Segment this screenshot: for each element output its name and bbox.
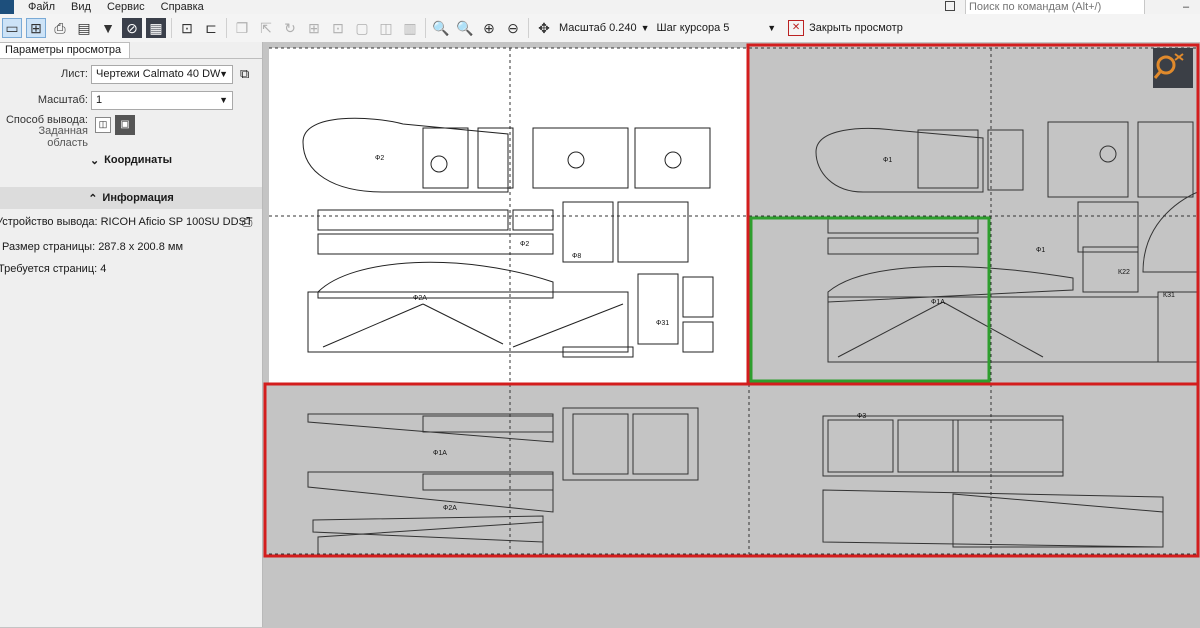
part-label: Ф31 bbox=[656, 320, 669, 327]
coordinates-section[interactable]: ⌄ Координаты bbox=[0, 149, 262, 171]
page-3-4[interactable] bbox=[267, 386, 1199, 554]
close-preview-label: Закрыть просмотр bbox=[809, 22, 903, 34]
align-icon[interactable]: ▥ bbox=[400, 18, 420, 38]
sheet-label: Лист: bbox=[61, 68, 88, 80]
chevron-down-icon: ▼ bbox=[219, 69, 228, 79]
scale-dropdown-icon[interactable]: ▼ bbox=[641, 23, 650, 33]
device-label: Устройство вывода: bbox=[0, 216, 98, 228]
output-mode-icon[interactable]: ⊘ bbox=[122, 18, 142, 38]
command-search-input[interactable] bbox=[966, 1, 1130, 13]
print-icon[interactable]: ⎙ bbox=[50, 18, 70, 38]
magnifier-icon bbox=[1153, 53, 1184, 79]
page-layout-icon[interactable]: ▦ bbox=[146, 18, 166, 38]
cursor-step-value[interactable]: 5 bbox=[723, 22, 763, 34]
menu-view[interactable]: Вид bbox=[63, 0, 99, 14]
chevron-up-icon: ⌃ bbox=[88, 192, 98, 205]
sheet-select-value: Чертежи Calmato 40 DW bbox=[96, 68, 221, 80]
zoom-tool-icon[interactable] bbox=[1153, 48, 1193, 88]
menu-file[interactable]: Файл bbox=[20, 0, 63, 14]
part-label: Ф1А bbox=[931, 299, 945, 306]
view-grid-icon[interactable]: ⊞ bbox=[26, 18, 46, 38]
zoom-window-icon[interactable]: 🔍 bbox=[431, 18, 451, 38]
close-preview-button[interactable]: ✕ Закрыть просмотр bbox=[788, 20, 903, 36]
view-parameters-panel: Параметры просмотра Лист: Чертежи Calmat… bbox=[0, 42, 263, 627]
scale-icon[interactable]: ⊡ bbox=[328, 18, 348, 38]
panel-body: Лист: Чертежи Calmato 40 DW ▼ ⧉ Масштаб:… bbox=[0, 58, 262, 628]
page-2[interactable] bbox=[752, 48, 1198, 383]
fit-icon[interactable]: ⊞ bbox=[304, 18, 324, 38]
pages-required-row: Требуется страниц: 4 bbox=[0, 263, 106, 275]
page-size-value: 287.8 x 200.8 мм bbox=[98, 241, 184, 253]
output-area-icon[interactable]: ▣ bbox=[115, 115, 135, 135]
arrange-pages-icon[interactable]: ⊡ bbox=[177, 18, 197, 38]
output-all-icon[interactable]: ◫ bbox=[95, 117, 111, 133]
information-section-label: Информация bbox=[102, 192, 174, 204]
page-setup-icon[interactable]: ▤ bbox=[74, 18, 94, 38]
pages-required-value: 4 bbox=[100, 263, 107, 275]
view-single-page-icon[interactable]: ▭ bbox=[2, 18, 22, 38]
move-icon[interactable]: ⇱ bbox=[256, 18, 276, 38]
pan-icon[interactable]: ✥ bbox=[534, 18, 554, 38]
pages-required-label: Требуется страниц: bbox=[0, 263, 98, 275]
part-label: К22 bbox=[1118, 269, 1130, 276]
copy-icon[interactable]: ❐ bbox=[232, 18, 252, 38]
menu-service[interactable]: Сервис bbox=[99, 0, 153, 14]
frame-icon[interactable]: ⊏ bbox=[201, 18, 221, 38]
toolbar-separator bbox=[226, 18, 227, 38]
chevron-down-icon: ⌄ bbox=[89, 154, 100, 167]
scale-select-value: 1 bbox=[96, 94, 103, 106]
scale-select[interactable]: 1 ▼ bbox=[91, 91, 233, 110]
trim-icon[interactable]: ◫ bbox=[376, 18, 396, 38]
minimize-icon[interactable]: – bbox=[1172, 0, 1200, 14]
sheet-settings-icon[interactable]: ⧉ bbox=[240, 66, 249, 82]
panel-tab[interactable]: Параметры просмотра bbox=[0, 42, 131, 58]
preview-drawing: Ф2 Ф2 Ф8 Ф2А Ф31 Ф1 Ф1 Ф1А К22 Ф1А Ф2А Ф… bbox=[263, 43, 1200, 558]
part-label: Ф2 bbox=[375, 155, 384, 162]
part-label: К31 bbox=[1163, 292, 1175, 299]
print-preview-canvas[interactable]: Ф2 Ф2 Ф8 Ф2А Ф31 Ф1 Ф1 Ф1А К22 Ф1А Ф2А Ф… bbox=[263, 42, 1200, 627]
part-label: Ф2 bbox=[520, 241, 529, 248]
zoom-in-icon[interactable]: ⊕ bbox=[479, 18, 499, 38]
printer-settings-icon[interactable]: ⎙ bbox=[242, 214, 252, 230]
delete-page-icon[interactable]: ▢ bbox=[352, 18, 372, 38]
rotate-icon[interactable]: ↻ bbox=[280, 18, 300, 38]
zoom-out-icon[interactable]: ⊖ bbox=[503, 18, 523, 38]
command-search bbox=[965, 0, 1145, 15]
part-label: Ф1 bbox=[1036, 247, 1045, 254]
app-logo-icon[interactable] bbox=[0, 0, 14, 14]
page-size-row: Размер страницы: 287.8 x 200.8 мм bbox=[2, 241, 183, 253]
part-label: Ф8 bbox=[572, 253, 581, 260]
device-row: Устройство вывода: RICOH Aficio SP 100SU… bbox=[0, 216, 253, 228]
menu-help[interactable]: Справка bbox=[153, 0, 212, 14]
cursor-step-dropdown-icon[interactable]: ▼ bbox=[767, 23, 776, 33]
information-section[interactable]: ⌃ Информация bbox=[0, 187, 262, 209]
window-controls: – bbox=[1172, 0, 1200, 14]
sheet-select[interactable]: Чертежи Calmato 40 DW ▼ bbox=[91, 65, 233, 84]
part-label: Ф2А bbox=[443, 505, 457, 512]
page-size-label: Размер страницы: bbox=[2, 241, 96, 253]
part-label: Ф2А bbox=[413, 295, 427, 302]
scale-value[interactable]: 0.240 bbox=[609, 22, 637, 34]
part-label: Ф3 bbox=[857, 413, 866, 420]
scale-label: Масштаб bbox=[559, 22, 607, 34]
toolbar: ▭ ⊞ ⎙ ▤ ▼ ⊘ ▦ ⊡ ⊏ ❐ ⇱ ↻ ⊞ ⊡ ▢ ◫ ▥ 🔍 🔍 ⊕ … bbox=[0, 14, 1200, 43]
filter-icon[interactable]: ▼ bbox=[98, 18, 118, 38]
menubar: Файл Вид Сервис Справка – bbox=[0, 0, 1200, 15]
output-area-label: Заданная область bbox=[38, 125, 88, 149]
toolbar-separator bbox=[425, 18, 426, 38]
zoom-previous-icon[interactable]: 🔍 bbox=[455, 18, 475, 38]
toolbar-separator bbox=[171, 18, 172, 38]
chevron-down-icon: ▼ bbox=[219, 95, 228, 105]
cursor-step-label: Шаг курсора bbox=[656, 22, 721, 34]
device-value: RICOH Aficio SP 100SU DDST bbox=[100, 216, 253, 228]
restore-icon[interactable] bbox=[945, 1, 955, 11]
part-label: Ф1А bbox=[433, 450, 447, 457]
scale-field-label: Масштаб: bbox=[37, 94, 88, 106]
part-label: Ф1 bbox=[883, 157, 892, 164]
toolbar-separator bbox=[528, 18, 529, 38]
coordinates-section-label: Координаты bbox=[104, 154, 173, 166]
close-icon: ✕ bbox=[788, 20, 805, 36]
